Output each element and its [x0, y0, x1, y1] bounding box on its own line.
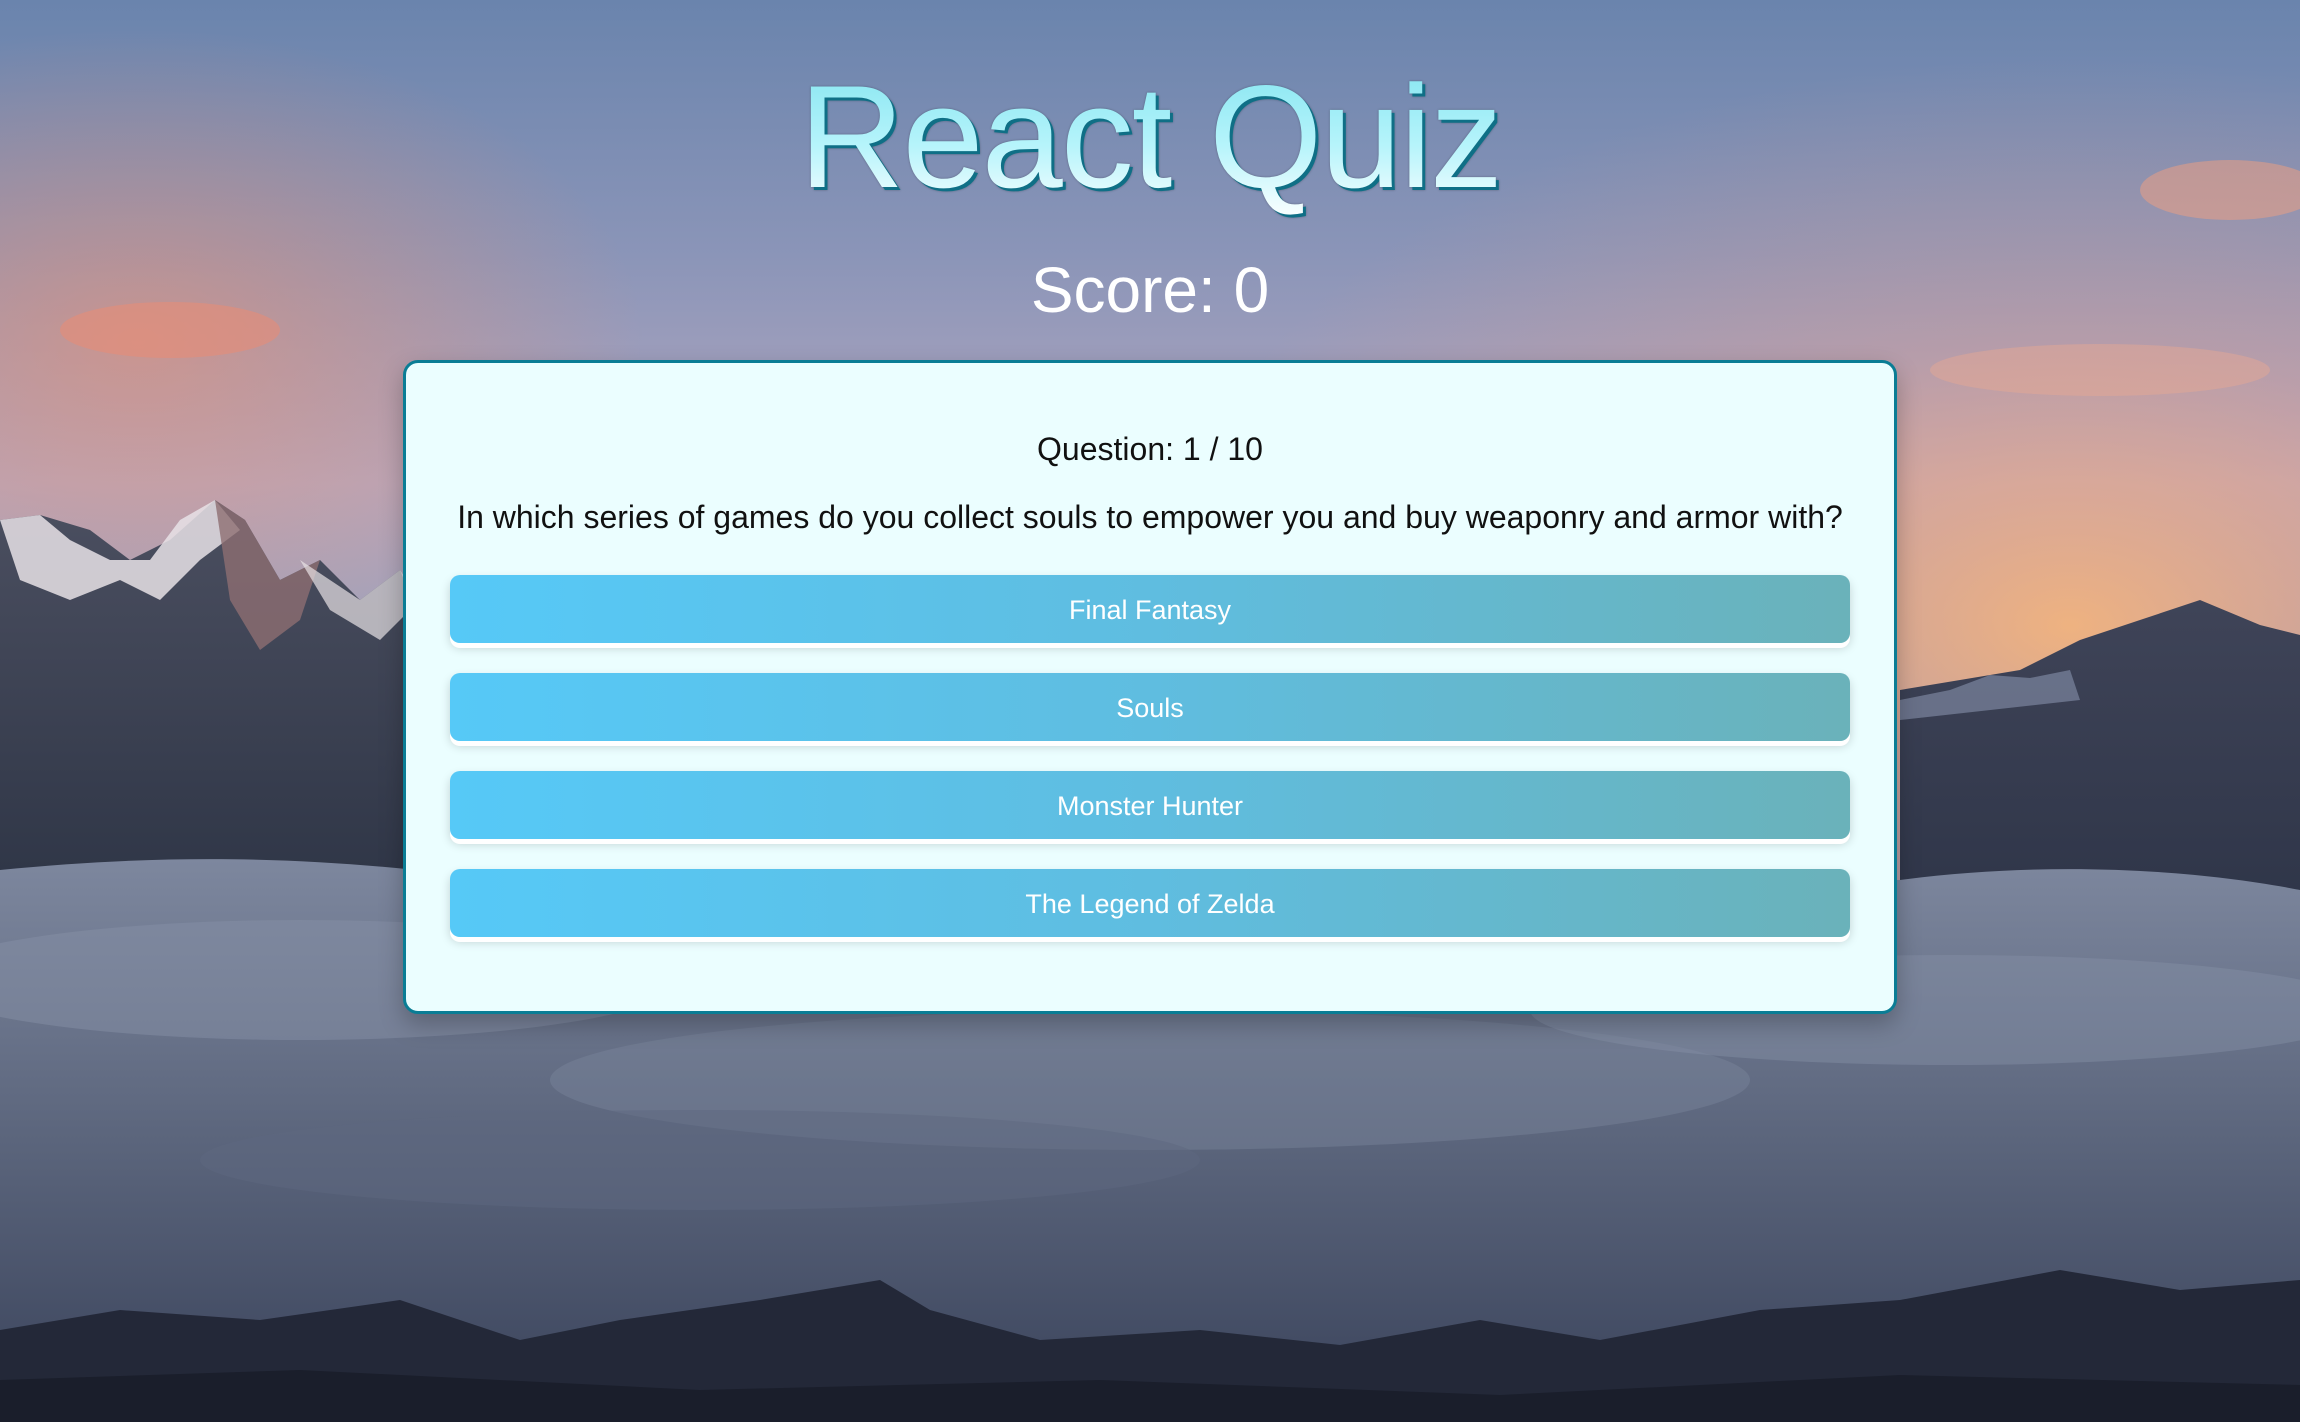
answer-list: Final Fantasy Souls Monster Hunter The L…: [450, 575, 1850, 937]
quiz-app: React Quiz Score: 0 Question: 1 / 10 In …: [0, 0, 2300, 1422]
question-text: In which series of games do you collect …: [457, 499, 1843, 535]
answer-button-legend-of-zelda[interactable]: The Legend of Zelda: [450, 869, 1850, 937]
answer-button-souls[interactable]: Souls: [450, 673, 1850, 741]
answer-button-final-fantasy[interactable]: Final Fantasy: [450, 575, 1850, 643]
answer-button-monster-hunter[interactable]: Monster Hunter: [450, 771, 1850, 839]
score-display: Score: 0: [1030, 254, 1270, 326]
page-title: React Quiz: [799, 52, 1503, 222]
question-card: Question: 1 / 10 In which series of game…: [403, 360, 1897, 1014]
question-counter: Question: 1 / 10: [1037, 431, 1263, 467]
